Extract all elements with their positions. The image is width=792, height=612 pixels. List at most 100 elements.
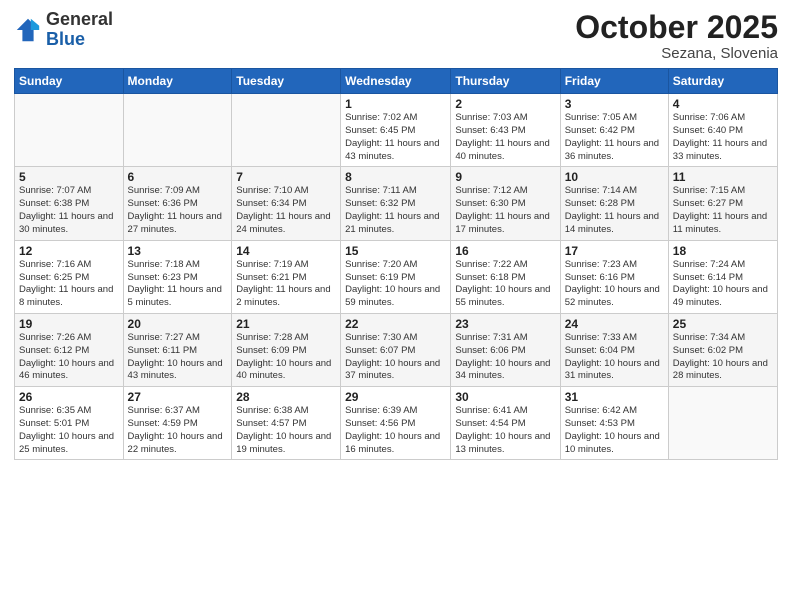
day-number: 29 [345,390,446,404]
table-cell: 4Sunrise: 7:06 AM Sunset: 6:40 PM Daylig… [668,94,777,167]
table-cell: 29Sunrise: 6:39 AM Sunset: 4:56 PM Dayli… [341,387,451,460]
table-cell: 11Sunrise: 7:15 AM Sunset: 6:27 PM Dayli… [668,167,777,240]
day-info: Sunrise: 7:27 AM Sunset: 6:11 PM Dayligh… [128,332,228,383]
table-cell: 3Sunrise: 7:05 AM Sunset: 6:42 PM Daylig… [560,94,668,167]
day-info: Sunrise: 7:06 AM Sunset: 6:40 PM Dayligh… [673,112,773,163]
day-number: 26 [19,390,119,404]
table-cell: 24Sunrise: 7:33 AM Sunset: 6:04 PM Dayli… [560,313,668,386]
table-cell: 20Sunrise: 7:27 AM Sunset: 6:11 PM Dayli… [123,313,232,386]
logo-blue-text: Blue [46,30,113,50]
table-cell: 18Sunrise: 7:24 AM Sunset: 6:14 PM Dayli… [668,240,777,313]
day-info: Sunrise: 6:35 AM Sunset: 5:01 PM Dayligh… [19,405,119,456]
day-number: 31 [565,390,664,404]
col-sunday: Sunday [15,69,124,94]
day-info: Sunrise: 7:15 AM Sunset: 6:27 PM Dayligh… [673,185,773,236]
table-cell: 8Sunrise: 7:11 AM Sunset: 6:32 PM Daylig… [341,167,451,240]
table-cell: 16Sunrise: 7:22 AM Sunset: 6:18 PM Dayli… [451,240,560,313]
col-monday: Monday [123,69,232,94]
week-row-1: 1Sunrise: 7:02 AM Sunset: 6:45 PM Daylig… [15,94,778,167]
day-info: Sunrise: 7:02 AM Sunset: 6:45 PM Dayligh… [345,112,446,163]
title-block: October 2025 Sezana, Slovenia [575,10,778,62]
table-cell: 10Sunrise: 7:14 AM Sunset: 6:28 PM Dayli… [560,167,668,240]
day-number: 1 [345,97,446,111]
day-number: 6 [128,170,228,184]
table-cell: 2Sunrise: 7:03 AM Sunset: 6:43 PM Daylig… [451,94,560,167]
location-subtitle: Sezana, Slovenia [575,45,778,62]
day-info: Sunrise: 7:05 AM Sunset: 6:42 PM Dayligh… [565,112,664,163]
table-cell [15,94,124,167]
logo-icon [14,16,42,44]
day-number: 3 [565,97,664,111]
table-cell: 6Sunrise: 7:09 AM Sunset: 6:36 PM Daylig… [123,167,232,240]
day-info: Sunrise: 6:39 AM Sunset: 4:56 PM Dayligh… [345,405,446,456]
day-info: Sunrise: 7:03 AM Sunset: 6:43 PM Dayligh… [455,112,555,163]
day-info: Sunrise: 7:23 AM Sunset: 6:16 PM Dayligh… [565,259,664,310]
logo-general-text: General [46,10,113,30]
day-info: Sunrise: 7:18 AM Sunset: 6:23 PM Dayligh… [128,259,228,310]
day-info: Sunrise: 6:42 AM Sunset: 4:53 PM Dayligh… [565,405,664,456]
table-cell: 25Sunrise: 7:34 AM Sunset: 6:02 PM Dayli… [668,313,777,386]
day-info: Sunrise: 6:38 AM Sunset: 4:57 PM Dayligh… [236,405,336,456]
table-cell [232,94,341,167]
table-cell [123,94,232,167]
day-info: Sunrise: 7:20 AM Sunset: 6:19 PM Dayligh… [345,259,446,310]
table-cell: 15Sunrise: 7:20 AM Sunset: 6:19 PM Dayli… [341,240,451,313]
day-number: 28 [236,390,336,404]
page: General Blue October 2025 Sezana, Sloven… [0,0,792,612]
logo-text: General Blue [46,10,113,50]
header: General Blue October 2025 Sezana, Sloven… [14,10,778,62]
day-info: Sunrise: 7:19 AM Sunset: 6:21 PM Dayligh… [236,259,336,310]
day-info: Sunrise: 7:33 AM Sunset: 6:04 PM Dayligh… [565,332,664,383]
day-number: 23 [455,317,555,331]
table-cell: 27Sunrise: 6:37 AM Sunset: 4:59 PM Dayli… [123,387,232,460]
day-number: 5 [19,170,119,184]
logo: General Blue [14,10,113,50]
day-info: Sunrise: 6:37 AM Sunset: 4:59 PM Dayligh… [128,405,228,456]
day-number: 8 [345,170,446,184]
table-cell: 23Sunrise: 7:31 AM Sunset: 6:06 PM Dayli… [451,313,560,386]
week-row-2: 5Sunrise: 7:07 AM Sunset: 6:38 PM Daylig… [15,167,778,240]
day-info: Sunrise: 7:34 AM Sunset: 6:02 PM Dayligh… [673,332,773,383]
table-cell: 14Sunrise: 7:19 AM Sunset: 6:21 PM Dayli… [232,240,341,313]
table-cell: 21Sunrise: 7:28 AM Sunset: 6:09 PM Dayli… [232,313,341,386]
day-number: 13 [128,244,228,258]
table-cell: 22Sunrise: 7:30 AM Sunset: 6:07 PM Dayli… [341,313,451,386]
day-info: Sunrise: 7:31 AM Sunset: 6:06 PM Dayligh… [455,332,555,383]
day-number: 21 [236,317,336,331]
day-number: 25 [673,317,773,331]
col-tuesday: Tuesday [232,69,341,94]
day-info: Sunrise: 7:22 AM Sunset: 6:18 PM Dayligh… [455,259,555,310]
day-number: 20 [128,317,228,331]
day-number: 27 [128,390,228,404]
day-number: 12 [19,244,119,258]
day-number: 4 [673,97,773,111]
day-number: 19 [19,317,119,331]
table-cell: 13Sunrise: 7:18 AM Sunset: 6:23 PM Dayli… [123,240,232,313]
day-number: 2 [455,97,555,111]
col-wednesday: Wednesday [341,69,451,94]
day-number: 24 [565,317,664,331]
week-row-3: 12Sunrise: 7:16 AM Sunset: 6:25 PM Dayli… [15,240,778,313]
day-number: 9 [455,170,555,184]
day-info: Sunrise: 7:11 AM Sunset: 6:32 PM Dayligh… [345,185,446,236]
day-number: 18 [673,244,773,258]
table-cell: 26Sunrise: 6:35 AM Sunset: 5:01 PM Dayli… [15,387,124,460]
day-number: 11 [673,170,773,184]
table-cell: 1Sunrise: 7:02 AM Sunset: 6:45 PM Daylig… [341,94,451,167]
day-info: Sunrise: 7:30 AM Sunset: 6:07 PM Dayligh… [345,332,446,383]
day-info: Sunrise: 7:28 AM Sunset: 6:09 PM Dayligh… [236,332,336,383]
day-info: Sunrise: 7:16 AM Sunset: 6:25 PM Dayligh… [19,259,119,310]
day-number: 10 [565,170,664,184]
day-info: Sunrise: 7:07 AM Sunset: 6:38 PM Dayligh… [19,185,119,236]
table-cell: 31Sunrise: 6:42 AM Sunset: 4:53 PM Dayli… [560,387,668,460]
day-number: 22 [345,317,446,331]
table-cell: 19Sunrise: 7:26 AM Sunset: 6:12 PM Dayli… [15,313,124,386]
day-info: Sunrise: 6:41 AM Sunset: 4:54 PM Dayligh… [455,405,555,456]
day-number: 14 [236,244,336,258]
table-cell: 28Sunrise: 6:38 AM Sunset: 4:57 PM Dayli… [232,387,341,460]
day-number: 16 [455,244,555,258]
day-info: Sunrise: 7:10 AM Sunset: 6:34 PM Dayligh… [236,185,336,236]
col-friday: Friday [560,69,668,94]
day-info: Sunrise: 7:26 AM Sunset: 6:12 PM Dayligh… [19,332,119,383]
month-title: October 2025 [575,10,778,45]
